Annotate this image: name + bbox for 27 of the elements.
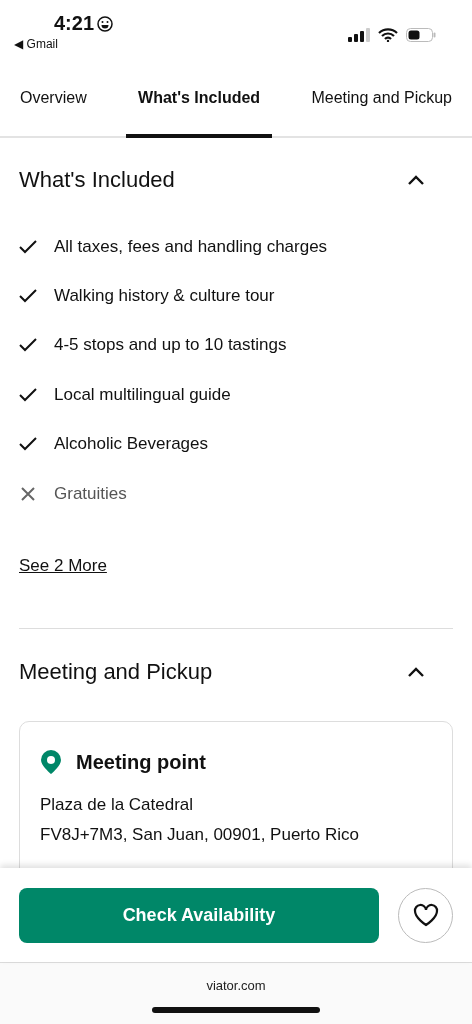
included-item-text: Local multilingual guide	[54, 384, 231, 405]
clock-time: 4:21	[54, 12, 95, 35]
card-title: Meeting point	[76, 750, 206, 774]
chevron-icon[interactable]	[407, 666, 425, 679]
section-title: Meeting and Pickup	[19, 659, 213, 686]
chevron-icon[interactable]	[407, 174, 425, 186]
address-line: FV8J+7M3, San Juan, 00901, Puerto Rico	[40, 824, 360, 847]
page-url: viator.com	[206, 978, 266, 993]
address-line: Plaza de la Catedral	[40, 794, 195, 817]
smiley-icon	[97, 15, 114, 32]
heart-icon	[412, 903, 439, 927]
tab[interactable]: What's Included	[126, 62, 273, 138]
back-to-app-link[interactable]: ◀ Gmail	[14, 37, 58, 51]
check-availability-button[interactable]: Check Availability	[19, 887, 379, 943]
tab[interactable]: Meeting and Pickup	[299, 62, 464, 138]
battery-icon	[406, 28, 436, 42]
included-item-text: 4-5 stops and up to 10 tastings	[54, 335, 287, 356]
map-pin-icon	[40, 750, 62, 775]
included-item-text: All taxes, fees and handling charges	[54, 236, 328, 257]
included-item-text: Walking history & culture tour	[54, 286, 275, 307]
signal-icon	[348, 28, 370, 42]
included-item-text: Alcoholic Beverages	[54, 434, 209, 455]
section-title: What's Included	[19, 167, 175, 193]
see-more-link[interactable]: See 2 More	[19, 556, 107, 577]
included-item-text: Gratuities	[54, 483, 127, 504]
wifi-icon	[378, 28, 398, 42]
tab[interactable]: Overview	[8, 62, 99, 138]
